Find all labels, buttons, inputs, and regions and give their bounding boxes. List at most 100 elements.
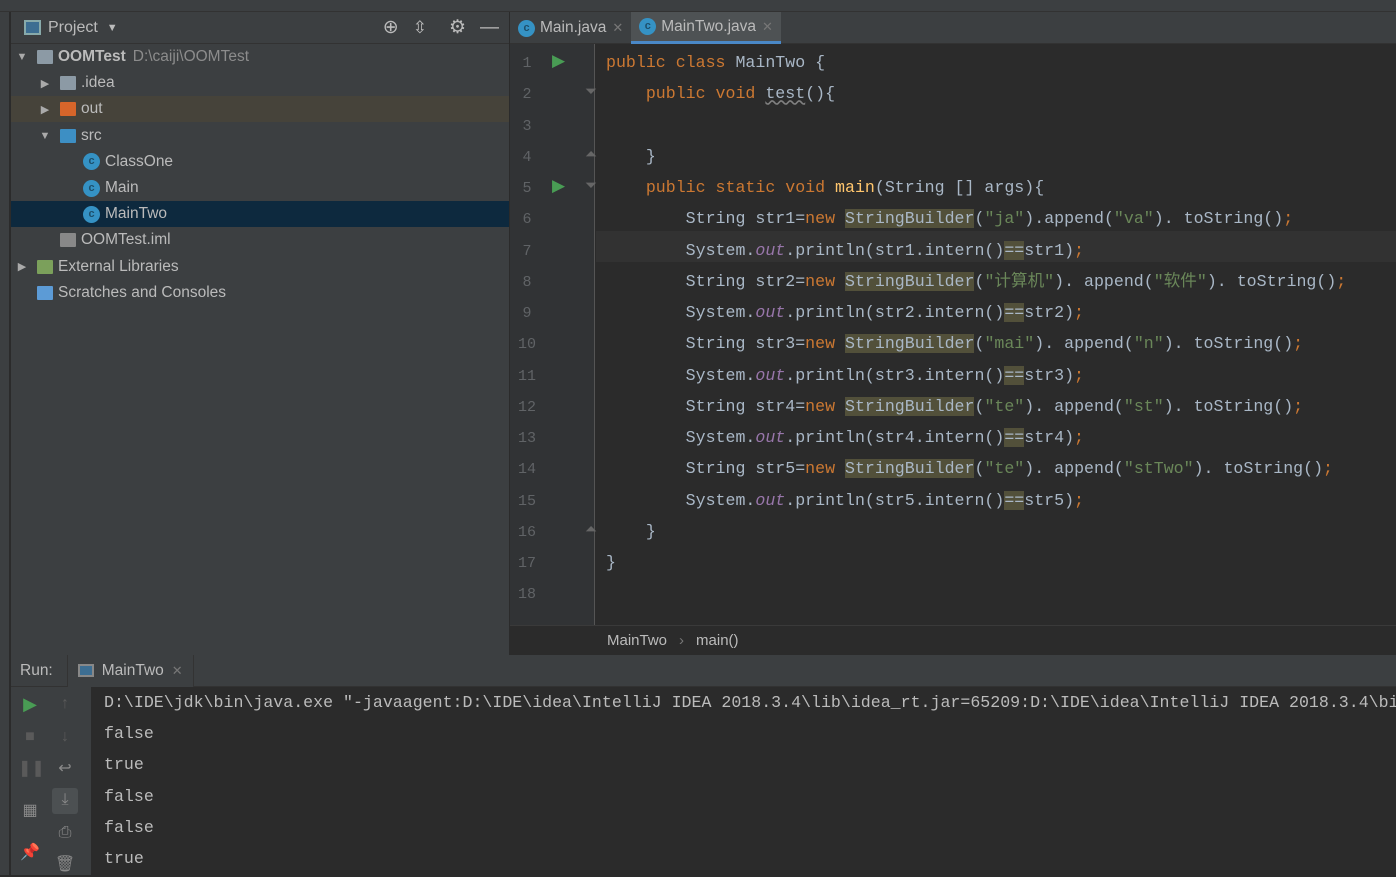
layout-icon[interactable]: ▦ (18, 799, 42, 823)
breadcrumb-item[interactable]: MainTwo (607, 632, 667, 649)
editor: c Main.java ✕ c MainTwo.java ✕ 1 ▶ 2 ⏷ 3 4 ⏶ 5 ▶ ⏷ 6 7 8 9… (510, 12, 1396, 655)
chevron-down-icon[interactable]: ▼ (38, 130, 52, 142)
tree-item-classone[interactable]: c ClassOne (11, 149, 509, 175)
project-panel-header: Project ▼ ⊕ ⇳ ⚙ — (11, 12, 509, 44)
fold-marker-icon[interactable]: ⏷ (585, 83, 597, 100)
console-line: true (104, 849, 144, 868)
code-token: str2) (1024, 303, 1075, 322)
code-token: "te" (984, 459, 1025, 479)
up-arrow-icon[interactable]: ↑ (53, 692, 77, 716)
code-token: main (835, 178, 875, 197)
code-token: } (606, 521, 656, 541)
code-token: .println(str1.intern() (785, 240, 1005, 260)
code-token: new (805, 209, 846, 229)
fold-marker-icon[interactable]: ⏶ (585, 521, 597, 538)
code-token: str4) (1024, 428, 1075, 447)
project-view-selector[interactable]: Project (48, 19, 98, 37)
tree-item-scratches-and-consoles[interactable]: Scratches and Consoles (11, 280, 509, 306)
iml-file-icon (60, 233, 76, 248)
java-runnable-class-icon: c (83, 179, 100, 197)
tree-item-label: MainTwo (105, 205, 168, 223)
close-icon[interactable]: ✕ (172, 663, 183, 679)
soft-wrap-icon[interactable]: ↩ (53, 757, 77, 781)
code-token: ). toString() (1153, 209, 1284, 229)
tree-item-external-libraries[interactable]: ▶ External Libraries (11, 254, 509, 280)
tree-item-src[interactable]: ▼ src (11, 123, 509, 149)
code-token: ; (1293, 334, 1304, 354)
tab-main-java[interactable]: c Main.java ✕ (510, 12, 631, 44)
pause-icon[interactable]: ❚❚ (18, 757, 45, 781)
pin-icon[interactable]: 📌 (18, 841, 42, 865)
code-token: == (1004, 303, 1025, 322)
code-token: == (1004, 428, 1025, 447)
line-number: 16 (517, 523, 536, 541)
console-line: false (104, 724, 154, 744)
stop-icon[interactable]: ■ (18, 725, 42, 749)
chevron-right-icon[interactable]: ▶ (15, 260, 29, 273)
chevron-right-icon[interactable]: ▶ (38, 77, 52, 90)
code-token: System. (606, 490, 756, 510)
code-token: ; (1293, 396, 1304, 416)
tree-item-maintwo[interactable]: c MainTwo (11, 201, 509, 228)
breadcrumb: MainTwo › main() (510, 625, 1396, 655)
run-tab-label: MainTwo (101, 661, 164, 679)
tree-item--idea[interactable]: ▶ .idea (11, 70, 509, 96)
code-token: ( (974, 209, 985, 229)
libraries-icon (37, 259, 53, 274)
chevron-down-icon[interactable]: ▼ (107, 22, 118, 34)
close-icon[interactable]: ✕ (612, 20, 623, 36)
code-token: System. (606, 365, 756, 385)
code-token: ). toString() (1206, 271, 1337, 291)
left-tool-strip (0, 12, 10, 875)
locate-icon[interactable]: ⊕ (383, 16, 399, 39)
run-gutter-icon[interactable]: ▶ (552, 51, 565, 71)
chevron-down-icon[interactable]: ▼ (15, 51, 29, 63)
code-token: .println(str2.intern() (785, 303, 1005, 322)
tree-item-oomtest[interactable]: ▼ OOMTest D:\caiji\OOMTest (11, 44, 509, 70)
breadcrumb-item[interactable]: main() (696, 632, 739, 649)
code-line: System.out.println(str1.intern()==str1); (606, 235, 1084, 266)
close-icon[interactable]: ✕ (762, 19, 773, 35)
print-icon[interactable]: ⎙ (53, 821, 77, 845)
code-token: ). append( (1024, 459, 1124, 479)
code-token: "软件" (1153, 271, 1207, 291)
tree-item-main[interactable]: c Main (11, 175, 509, 201)
code-line: public void test(){ (606, 78, 835, 109)
console-line: false (104, 786, 154, 806)
tree-item-label: OOMTest (58, 48, 126, 65)
code-token: ; (1074, 303, 1085, 322)
code-line: public class MainTwo { (606, 47, 825, 78)
trash-icon[interactable]: 🗑 (53, 853, 77, 877)
code-token: ( (974, 459, 985, 479)
tree-item-oomtest-iml[interactable]: OOMTest.iml (11, 227, 509, 253)
line-number: 10 (517, 336, 536, 354)
fold-marker-icon[interactable]: ⏶ (585, 146, 597, 163)
code-token: test (765, 84, 806, 104)
tree-item-out[interactable]: ▶ out (11, 96, 509, 123)
project-panel: Project ▼ ⊕ ⇳ ⚙ — ▼ OOMTest D:\caiji\OOMTe… (11, 12, 509, 655)
collapse-all-icon[interactable]: ⇳ (413, 18, 427, 38)
fold-marker-icon[interactable]: ⏷ (585, 177, 597, 194)
scroll-to-end-icon[interactable]: ⤓ (52, 788, 78, 814)
tab-maintwo-java[interactable]: c MainTwo.java ✕ (631, 12, 781, 44)
code-token: ). append( (1024, 396, 1124, 416)
project-view-icon (24, 20, 41, 35)
run-gutter-icon[interactable]: ▶ (552, 176, 565, 196)
gear-icon[interactable]: ⚙ (449, 16, 466, 39)
run-panel: Run: MainTwo ✕ ▶ ■ ❚❚ ▦ 📌 ↑ ↓ ↩ ⤓ ⎙ 🗑 D:… (11, 654, 1396, 877)
code-token: StringBuilder (845, 396, 975, 416)
code-token: "st" (1123, 396, 1164, 416)
line-number: 9 (522, 305, 532, 322)
code-token: out (755, 303, 786, 322)
code-token: "n" (1133, 334, 1164, 354)
code-token: ( (974, 271, 985, 291)
rerun-icon[interactable]: ▶ (18, 692, 42, 716)
code-token: == (1004, 365, 1025, 385)
tree-item-label: src (81, 126, 102, 144)
run-tab[interactable]: MainTwo ✕ (66, 654, 194, 687)
hide-icon[interactable]: — (480, 17, 499, 39)
code-token: str5) (1024, 490, 1075, 510)
code-token: "stTwo" (1123, 459, 1194, 479)
down-arrow-icon[interactable]: ↓ (53, 725, 77, 749)
chevron-right-icon[interactable]: ▶ (38, 103, 52, 116)
